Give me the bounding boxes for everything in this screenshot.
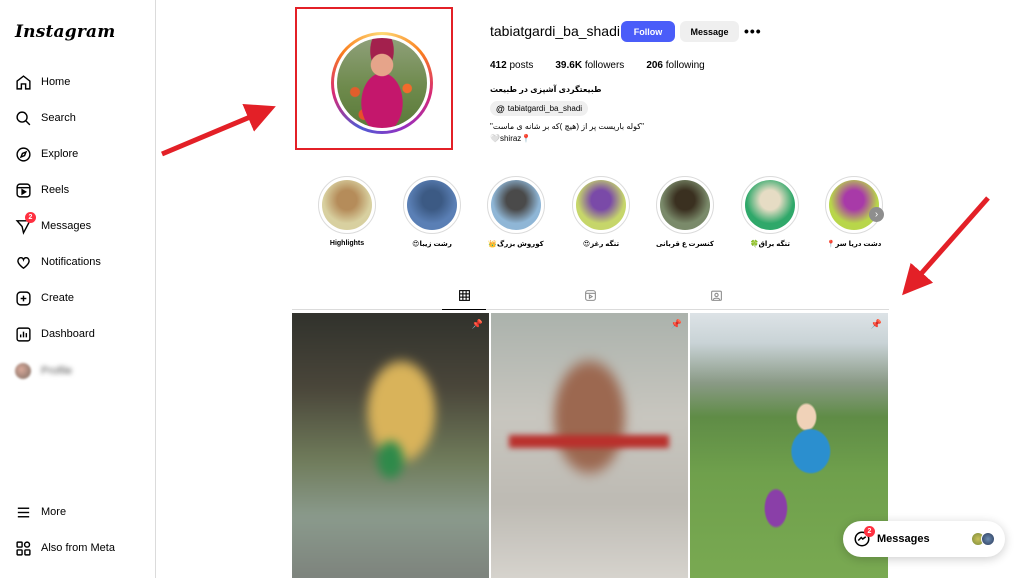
sidebar-item-messages[interactable]: 2 Messages <box>14 212 92 238</box>
pin-icon: 📌 <box>870 319 882 329</box>
highlight-cover <box>491 180 541 230</box>
bio-name: طبیعتگردی آشپزی در طبیعت <box>490 85 602 94</box>
heart-icon <box>14 253 32 271</box>
reels-icon <box>14 181 32 199</box>
sidebar-item-notifications[interactable]: Notifications <box>14 250 101 274</box>
post-tile[interactable]: 📌 <box>292 313 489 578</box>
highlight-label: تنگه رغز😍 <box>582 241 620 248</box>
highlight-item[interactable]: کوروش بزرگ👑 <box>487 176 545 248</box>
following-stat[interactable]: 206 following <box>646 60 704 71</box>
highlight-label: Highlights <box>329 240 365 247</box>
bio-text: "کوله باریست پر از (هیچ )که بر شانه ی ما… <box>490 122 644 131</box>
sidebar-item-label: Search <box>41 112 76 124</box>
sidebar-item-label: Reels <box>41 184 70 196</box>
highlight-cover <box>576 180 626 230</box>
highlight-item[interactable]: تنگه رغز😍 <box>572 176 630 248</box>
avatar <box>14 362 32 380</box>
highlight-cover <box>407 180 457 230</box>
highlight-cover <box>745 180 795 230</box>
pin-icon: 📌 <box>670 319 682 329</box>
highlight-label: کوروش بزرگ👑 <box>488 241 544 248</box>
highlight-cover <box>829 180 879 230</box>
highlight-label: تنگه براق🍀 <box>749 241 791 248</box>
profile-username: tabiatgardi_ba_shadi <box>490 23 620 39</box>
sidebar-item-reels[interactable]: Reels <box>14 178 69 202</box>
pin-icon: 📌 <box>471 319 483 329</box>
follow-button[interactable]: Follow <box>621 21 675 42</box>
highlight-item[interactable]: Highlights <box>318 176 376 247</box>
tabs-divider <box>292 309 889 310</box>
sidebar-item-label: Profile <box>41 365 73 377</box>
sidebar-item-profile[interactable]: Profile <box>14 359 72 383</box>
highlight-label: کنسرت ع قربانی <box>655 241 714 248</box>
tagged-icon <box>710 289 723 307</box>
home-icon <box>14 73 32 91</box>
conversation-avatars <box>971 532 995 546</box>
sidebar-item-also-from-meta[interactable]: Also from Meta <box>14 536 115 560</box>
sidebar-item-explore[interactable]: Explore <box>14 142 78 166</box>
meta-grid-icon <box>14 539 32 557</box>
highlight-cover <box>322 180 372 230</box>
tab-posts[interactable] <box>442 287 486 310</box>
highlight-label: دشت دریا سر📍 <box>826 241 882 248</box>
posts-stat: 412 posts <box>490 60 534 71</box>
compass-icon <box>14 145 32 163</box>
grid-icon <box>458 289 471 307</box>
annotation-arrow-left <box>161 103 276 157</box>
highlight-item[interactable]: تنگه براق🍀 <box>741 176 799 248</box>
reels-icon <box>584 289 597 307</box>
sidebar-item-label: More <box>41 506 67 518</box>
tab-tagged[interactable] <box>698 287 734 309</box>
highlight-cover <box>660 180 710 230</box>
page-root: { "app": { "logo": "Instagram" }, "sideb… <box>0 0 1024 578</box>
chevron-right-icon[interactable]: › <box>869 207 884 222</box>
messages-badge: 2 <box>25 212 36 223</box>
highlight-label: رشت زیبا😍 <box>412 241 452 248</box>
messenger-icon: 2 <box>14 212 36 235</box>
search-icon <box>14 109 32 127</box>
bio-location: 🤍shiraz📍 <box>490 134 532 143</box>
sidebar-item-label: Explore <box>41 148 79 160</box>
menu-icon <box>14 503 32 521</box>
plus-square-icon <box>14 289 32 307</box>
sidebar-item-create[interactable]: Create <box>14 286 74 310</box>
sidebar-item-label: Dashboard <box>41 328 95 340</box>
tab-reels[interactable] <box>572 287 608 309</box>
threads-link[interactable]: @ tabiatgardi_ba_shadi <box>490 101 589 116</box>
sidebar-item-label: Notifications <box>41 256 101 268</box>
highlight-item[interactable]: کنسرت ع قربانی <box>656 176 714 248</box>
sidebar-item-more[interactable]: More <box>14 500 66 524</box>
sidebar-item-search[interactable]: Search <box>14 106 76 130</box>
more-options-icon[interactable]: ••• <box>744 23 762 39</box>
messenger-icon: 2 <box>853 526 875 548</box>
sidebar-item-home[interactable]: Home <box>14 70 70 94</box>
profile-stats: 412 posts 39.6K followers 206 following <box>490 60 727 71</box>
floating-messages-button[interactable]: 2 Messages <box>843 521 1005 557</box>
post-tile[interactable]: 📌 <box>491 313 688 578</box>
sidebar-item-label: Also from Meta <box>41 542 115 554</box>
sidebar-item-dashboard[interactable]: Dashboard <box>14 322 95 346</box>
profile-photo <box>337 38 427 128</box>
annotation-arrow-right <box>902 196 990 296</box>
avatar <box>981 532 995 546</box>
message-button[interactable]: Message <box>680 21 739 42</box>
chart-icon <box>14 325 32 343</box>
highlight-item[interactable]: رشت زیبا😍 <box>403 176 461 248</box>
instagram-logo[interactable]: Instagram <box>15 22 115 42</box>
sidebar-item-label: Home <box>41 76 71 88</box>
sidebar-item-label: Messages <box>41 220 92 232</box>
profile-avatar[interactable] <box>331 32 433 134</box>
followers-stat[interactable]: 39.6K followers <box>555 60 624 71</box>
threads-icon: @ <box>496 103 505 114</box>
sidebar: Instagram Home Search Explore Reels 2 Me… <box>0 0 156 578</box>
threads-handle: tabiatgardi_ba_shadi <box>507 104 583 113</box>
sidebar-item-label: Create <box>41 292 75 304</box>
messages-badge: 2 <box>864 526 875 537</box>
floating-messages-label: Messages <box>877 533 930 545</box>
